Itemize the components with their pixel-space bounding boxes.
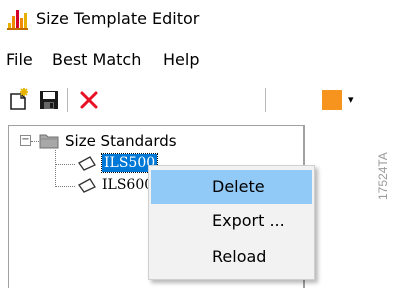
figure-id: 17524TA [372, 140, 390, 200]
toolbar: ▾ [0, 82, 404, 120]
menu-help[interactable]: Help [163, 48, 199, 72]
template-node-icon [78, 156, 96, 171]
new-document-icon[interactable] [6, 87, 32, 113]
tree-connector [55, 150, 56, 187]
menu-bar: File Best Match Help [0, 48, 404, 76]
tree-item-ils600[interactable]: ILS600 [102, 176, 153, 194]
tree-connector [55, 164, 75, 165]
figure-id-label: 17524TA [376, 152, 390, 200]
menu-best-match[interactable]: Best Match [52, 48, 141, 72]
window-title: Size Template Editor [36, 9, 200, 28]
toolbar-separator [67, 88, 68, 112]
chevron-down-icon[interactable]: ▾ [348, 93, 354, 107]
template-node-icon [78, 178, 96, 193]
toolbar-separator [265, 88, 266, 112]
title-bar: Size Template Editor [0, 0, 404, 40]
delete-icon[interactable] [76, 87, 102, 113]
save-icon[interactable] [36, 87, 62, 113]
tree-connector [31, 141, 39, 142]
tree-expander[interactable]: − [20, 135, 31, 146]
context-menu-delete[interactable]: Delete [151, 170, 312, 204]
menu-file[interactable]: File [6, 48, 33, 72]
tree-connector [55, 186, 75, 187]
tree-root-label[interactable]: Size Standards [65, 132, 177, 150]
color-swatch[interactable] [322, 90, 342, 110]
context-menu-reload[interactable]: Reload [151, 240, 312, 274]
context-menu-export[interactable]: Export ... [151, 204, 312, 238]
folder-icon [39, 134, 59, 149]
bar-chart-icon [7, 10, 28, 30]
context-menu: Delete Export ... Reload [148, 165, 315, 280]
